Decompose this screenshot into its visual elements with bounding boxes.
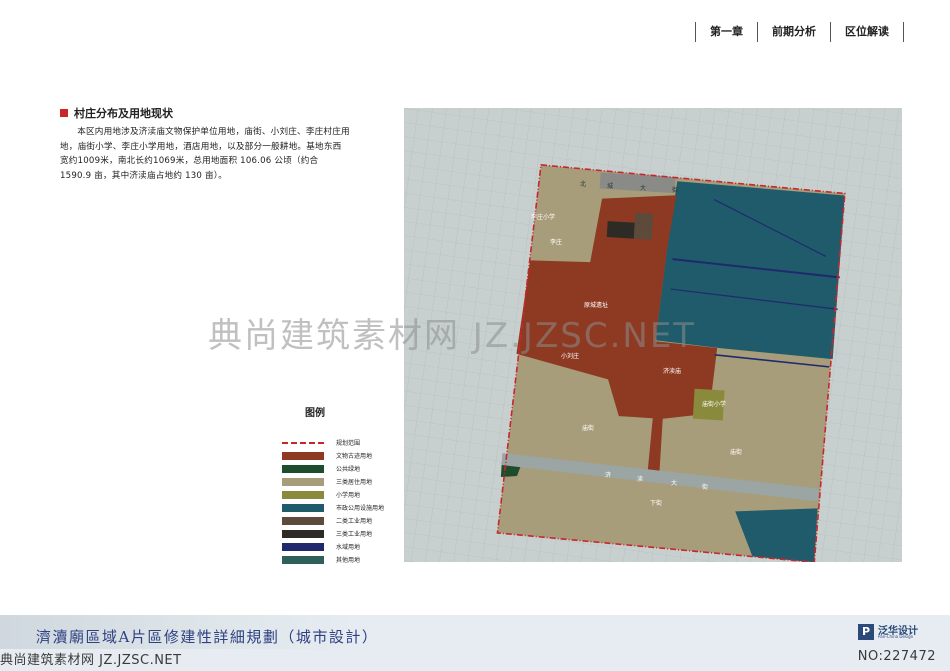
- legend-item: 二类工业用地: [282, 514, 384, 527]
- legend-item: 市政公用设施用地: [282, 501, 384, 514]
- legend-label: 市政公用设施用地: [336, 505, 385, 512]
- document-title: 濟瀆廟區域A片區修建性詳細規劃（城市設計）: [36, 628, 379, 646]
- legend-color-swatch: [282, 555, 324, 564]
- company-name-english: Pan-China Design: [878, 634, 914, 639]
- map-label-miaojie-school: 庙街小学: [702, 400, 726, 408]
- company-logo-icon: P: [858, 624, 874, 640]
- legend-color-swatch: [282, 477, 324, 486]
- legend-item: 其他用地: [282, 553, 384, 566]
- watermark-center: 典尚建筑素材网 JZ.JZSC.NET: [208, 316, 697, 356]
- legend-label: 其他用地: [336, 557, 361, 564]
- chapter-nav: 第一章 前期分析 区位解读: [695, 22, 904, 42]
- legend-item: 小学用地: [282, 488, 384, 501]
- watermark-number: NO:227472: [857, 649, 936, 664]
- legend-item: 水域用地: [282, 540, 384, 553]
- nav-divider: [903, 22, 904, 42]
- legend-label: 三类居住用地: [336, 479, 373, 486]
- section-description: 本区内用地涉及济渎庙文物保护单位用地，庙街、小刘庄、李庄村庄用地，庙街小学、李庄…: [60, 127, 350, 181]
- map-label-xiajie: 下街: [650, 499, 662, 507]
- legend-label: 文物古迹用地: [336, 453, 373, 460]
- legend-item: 文物古迹用地: [282, 449, 384, 462]
- industrial-land-type2: [633, 212, 654, 240]
- watermark-bottom: 典尚建筑素材网 JZ.JZSC.NET: [0, 653, 182, 668]
- legend-item: 三类工业用地: [282, 527, 384, 540]
- map-label-road-north: 城: [607, 183, 613, 190]
- footer: 濟瀆廟區域A片區修建性詳細規劃（城市設計） P 泛华设计 Pan-China D…: [0, 615, 950, 671]
- legend-label: 公共绿地: [336, 466, 361, 473]
- map-label-jidu-temple: 济渎庙: [663, 367, 681, 375]
- legend-label: 二类工业用地: [336, 518, 373, 525]
- map-label-road-north: 街: [672, 186, 678, 194]
- legend-boundary-swatch: [282, 439, 324, 447]
- legend-color-swatch: [282, 503, 324, 512]
- map-label-road-south: 大: [671, 479, 677, 487]
- map-label-miaojie-west: 庙街: [582, 424, 594, 432]
- section-heading: 村庄分布及用地现状: [60, 105, 173, 121]
- legend-label: 小学用地: [336, 492, 361, 499]
- nav-item-preliminary-analysis[interactable]: 前期分析: [758, 22, 830, 42]
- legend-label: 规划范围: [336, 440, 361, 447]
- map-label-road-north: 大: [640, 184, 646, 192]
- legend-item: 规划范围: [282, 436, 384, 449]
- legend-title: 图例: [305, 408, 325, 419]
- legend-color-swatch: [282, 451, 324, 460]
- map-label-lizhuang-school: 李庄小学: [531, 213, 555, 221]
- legend-item: 三类居住用地: [282, 475, 384, 488]
- legend-item: 公共绿地: [282, 462, 384, 475]
- map-label-road-north: 北: [580, 180, 586, 188]
- nav-item-location-reading[interactable]: 区位解读: [831, 22, 903, 42]
- map-label-miaojie-east: 庙街: [730, 448, 742, 456]
- legend-label: 水域用地: [336, 544, 361, 551]
- nav-item-chapter-one[interactable]: 第一章: [696, 22, 757, 42]
- legend-label: 三类工业用地: [336, 531, 373, 538]
- map-label-road-south: 渎: [637, 475, 643, 483]
- red-square-bullet-icon: [60, 109, 68, 117]
- legend-color-swatch: [282, 542, 324, 551]
- map-label-road-south: 街: [702, 483, 708, 491]
- legend-color-swatch: [282, 490, 324, 499]
- legend-color-swatch: [282, 464, 324, 473]
- map-legend: 规划范围文物古迹用地 公共绿地三类居住用地 小学用地市政公用设施用地 二类工业用地 三类…: [282, 436, 384, 566]
- section-title: 村庄分布及用地现状: [74, 107, 173, 120]
- legend-color-swatch: [282, 529, 324, 538]
- legend-color-swatch: [282, 516, 324, 525]
- map-label-road-south: 济: [605, 471, 611, 479]
- industrial-land: [606, 221, 636, 239]
- map-label-lizhuang: 李庄: [550, 238, 562, 246]
